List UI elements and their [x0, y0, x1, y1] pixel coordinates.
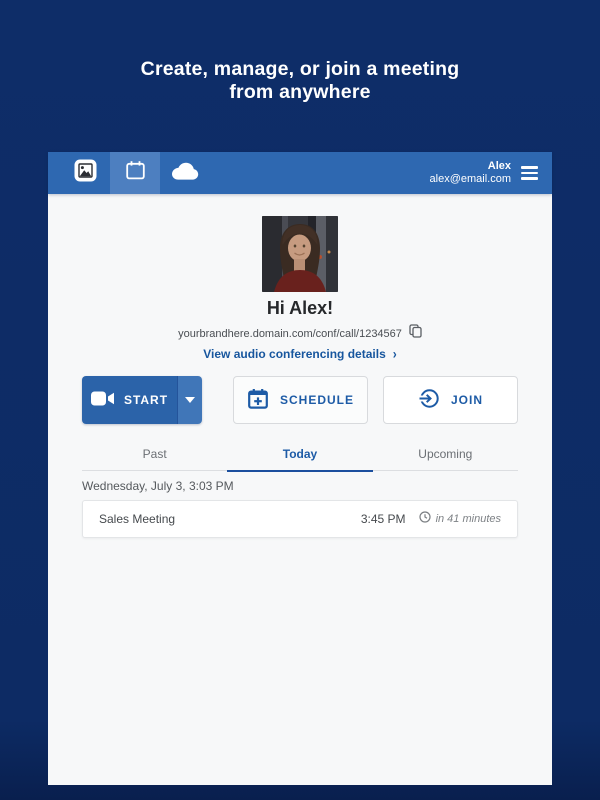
- user-name: Alex: [487, 160, 511, 172]
- header-right: Alex alex@email.com: [430, 152, 552, 194]
- video-camera-icon: [90, 390, 115, 410]
- copy-icon: [409, 324, 422, 343]
- hamburger-icon: [521, 166, 538, 169]
- chevron-right-icon: ›: [392, 345, 397, 363]
- tab-upcoming[interactable]: Upcoming: [373, 444, 518, 470]
- join-button-label: JOIN: [450, 393, 483, 407]
- audio-link-label: View audio conferencing details: [203, 347, 386, 361]
- schedule-button-label: SCHEDULE: [279, 393, 354, 407]
- schedule-button[interactable]: SCHEDULE: [233, 376, 368, 424]
- cloud-icon: [170, 161, 200, 186]
- copy-url-button[interactable]: [409, 324, 422, 343]
- meeting-url-row: yourbrandhere.domain.com/conf/call/12345…: [48, 324, 552, 343]
- calendar-plus-icon: [247, 388, 269, 413]
- action-buttons-row: START SCHEDULE JOIN: [48, 376, 552, 424]
- nav-brand-button[interactable]: [60, 152, 110, 194]
- date-header: Wednesday, July 3, 3:03 PM: [82, 479, 234, 493]
- avatar: [262, 216, 339, 292]
- meeting-countdown: in 41 minutes: [435, 513, 501, 525]
- enter-circle-icon: [416, 388, 440, 412]
- meeting-list-item[interactable]: Sales Meeting 3:45 PM in 41 minutes: [82, 500, 518, 538]
- brand-image-icon: [74, 159, 97, 187]
- start-button-label: START: [123, 393, 169, 407]
- app-header: Alex alex@email.com: [48, 152, 552, 194]
- headline-line2: from anywhere: [229, 81, 371, 103]
- tab-today[interactable]: Today: [227, 444, 373, 472]
- meetings-tabs: Past Today Upcoming: [82, 444, 518, 472]
- headline-line1: Create, manage, or join a meeting: [140, 58, 460, 80]
- calendar-icon: [125, 160, 146, 186]
- page-headline: Create, manage, or join a meeting from a…: [0, 58, 600, 104]
- meeting-title: Sales Meeting: [99, 512, 176, 526]
- hamburger-menu-button[interactable]: [520, 163, 539, 182]
- nav-meetings-tab[interactable]: [110, 152, 160, 194]
- app-content: Hi Alex! yourbrandhere.domain.com/conf/c…: [48, 194, 552, 785]
- clock-icon: [418, 510, 431, 528]
- user-email: alex@email.com: [429, 173, 511, 185]
- start-dropdown-button[interactable]: [177, 376, 202, 424]
- tab-past[interactable]: Past: [82, 444, 227, 470]
- start-button[interactable]: START: [82, 376, 177, 424]
- start-button-group: START: [82, 376, 202, 424]
- user-info[interactable]: Alex alex@email.com: [430, 160, 511, 186]
- app-window: Alex alex@email.com Hi Alex! yourbrandhe…: [48, 152, 552, 785]
- nav-cloud-button[interactable]: [160, 152, 210, 194]
- audio-conferencing-link[interactable]: View audio conferencing details ›: [48, 345, 552, 363]
- meeting-time: 3:45 PM: [360, 512, 406, 526]
- meeting-url: yourbrandhere.domain.com/conf/call/12345…: [178, 327, 402, 340]
- greeting: Hi Alex!: [266, 298, 334, 318]
- caret-down-icon: [185, 397, 195, 403]
- page-background: Create, manage, or join a meeting from a…: [0, 0, 600, 800]
- join-button[interactable]: JOIN: [383, 376, 518, 424]
- meeting-time-group: 3:45 PM in 41 minutes: [361, 510, 501, 528]
